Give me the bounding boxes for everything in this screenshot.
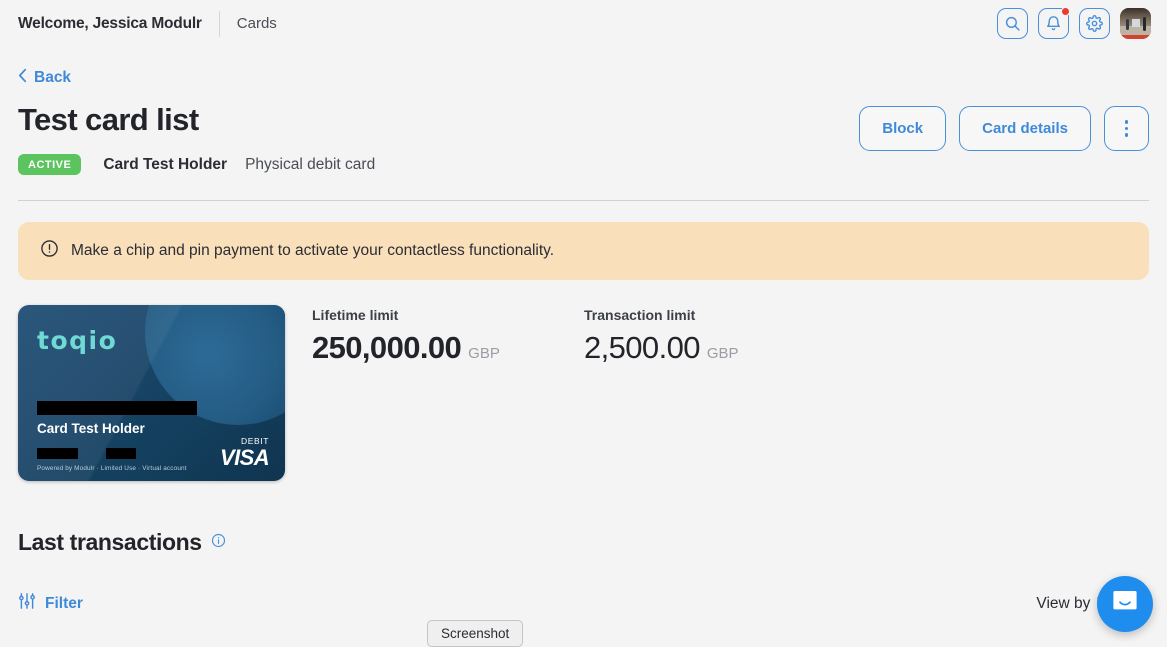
limits-group: Lifetime limit 250,000.00 GBP Transactio… [285,305,856,481]
card-meta-row: ACTIVE Card Test Holder Physical debit c… [18,154,375,175]
page-header: Test card list ACTIVE Card Test Holder P… [18,102,1149,175]
contactless-warning-banner: Make a chip and pin payment to activate … [18,222,1149,280]
visa-logo: VISA [220,446,269,469]
page-content: Back Test card list ACTIVE Card Test Hol… [0,68,1167,615]
top-bar-actions [997,8,1151,39]
status-badge: ACTIVE [18,154,81,175]
transaction-limit-amount: 2,500.00 [584,330,700,366]
top-bar: Welcome, Jessica Modulr Cards [0,0,1167,47]
lifetime-limit-label: Lifetime limit [312,307,584,323]
welcome-text: Welcome, Jessica Modulr [18,15,202,33]
kebab-menu-icon [1125,120,1129,124]
card-holder-on-card: Card Test Holder [37,421,145,436]
filter-label: Filter [45,595,83,613]
bell-icon [1045,15,1062,32]
notifications-button[interactable] [1038,8,1069,39]
breadcrumb[interactable]: Cards [237,15,277,32]
screenshot-button[interactable]: Screenshot [427,620,523,647]
page-title: Test card list [18,102,375,138]
transaction-limit-label: Transaction limit [584,307,856,323]
intercom-chat-icon [1111,588,1139,621]
card-footer-text: Powered by Modulr · Limited Use · Virtua… [37,465,187,472]
transactions-toolbar: Filter View by Date [18,592,1149,615]
chevron-left-icon [18,68,27,88]
avatar[interactable] [1120,8,1151,39]
header-actions: Block Card details [859,102,1149,151]
card-holder-name: Card Test Holder [103,156,227,174]
gear-icon [1086,15,1103,32]
back-label: Back [34,69,71,87]
toqio-logo: toqio [37,326,117,355]
lifetime-limit-currency: GBP [468,345,500,362]
card-cvv-redacted [106,448,136,459]
filter-sliders-icon [18,592,36,615]
card-number-redacted [37,401,197,415]
more-options-button[interactable] [1104,106,1149,151]
header-separator [18,200,1149,201]
card-details-button[interactable]: Card details [959,106,1091,151]
view-by-label: View by [1036,595,1090,613]
chat-launcher-button[interactable] [1097,576,1153,632]
transaction-limit-currency: GBP [707,345,739,362]
block-button[interactable]: Block [859,106,946,151]
search-button[interactable] [997,8,1028,39]
page-title-block: Test card list ACTIVE Card Test Holder P… [18,102,375,175]
last-transactions-header: Last transactions [18,529,1149,556]
back-button[interactable]: Back [18,68,71,88]
lifetime-limit: Lifetime limit 250,000.00 GBP [312,307,584,481]
alert-circle-icon [40,239,59,263]
card-visual[interactable]: toqio Card Test Holder Powered by Modulr… [18,305,285,481]
header-divider [219,11,220,37]
search-icon [1004,15,1021,32]
card-and-limits: toqio Card Test Holder Powered by Modulr… [18,305,1149,481]
transaction-limit: Transaction limit 2,500.00 GBP [584,307,856,481]
card-network-brand: DEBIT VISA [220,437,269,469]
settings-button[interactable] [1079,8,1110,39]
card-type-label: Physical debit card [245,156,375,174]
banner-message: Make a chip and pin payment to activate … [71,242,554,260]
filter-button[interactable]: Filter [18,592,83,615]
last-transactions-title: Last transactions [18,529,202,556]
card-expiry-redacted [37,448,78,459]
lifetime-limit-amount: 250,000.00 [312,330,461,366]
notification-badge-dot [1061,7,1070,16]
info-icon[interactable] [211,533,226,553]
